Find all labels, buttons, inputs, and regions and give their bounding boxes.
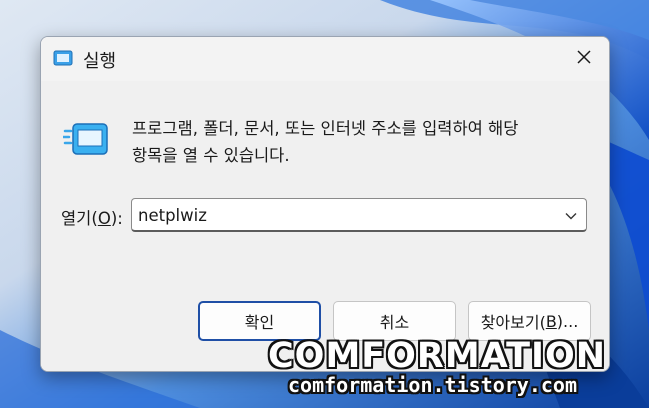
title-bar[interactable]: 실행 bbox=[41, 37, 609, 81]
window-title: 실행 bbox=[83, 51, 117, 72]
close-icon bbox=[576, 49, 592, 69]
open-combobox[interactable] bbox=[131, 198, 587, 232]
chevron-down-icon[interactable] bbox=[564, 208, 578, 222]
open-access-key: O bbox=[97, 209, 111, 228]
watermark-url: comformation.tistory.com bbox=[288, 373, 577, 397]
open-label: 열기(O): bbox=[61, 209, 123, 228]
run-icon bbox=[53, 50, 73, 66]
browse-button[interactable]: 찾아보기(B)... bbox=[468, 301, 591, 341]
close-button[interactable] bbox=[559, 37, 609, 81]
cancel-button[interactable]: 취소 bbox=[333, 301, 456, 341]
run-program-icon bbox=[61, 121, 109, 161]
command-input[interactable] bbox=[138, 203, 538, 227]
dialog-content: 프로그램, 폴더, 문서, 또는 인터넷 주소를 입력하여 해당 항목을 열 수… bbox=[41, 81, 609, 271]
ok-button[interactable]: 확인 bbox=[198, 301, 321, 341]
run-dialog: 실행 프로그램, 폴더, 문서, 또는 인터넷 주소를 입력하여 해당 항목을 … bbox=[40, 36, 610, 372]
description-text: 프로그램, 폴더, 문서, 또는 인터넷 주소를 입력하여 해당 항목을 열 수… bbox=[132, 119, 519, 165]
watermark-title: COMFORMATION bbox=[268, 336, 607, 376]
